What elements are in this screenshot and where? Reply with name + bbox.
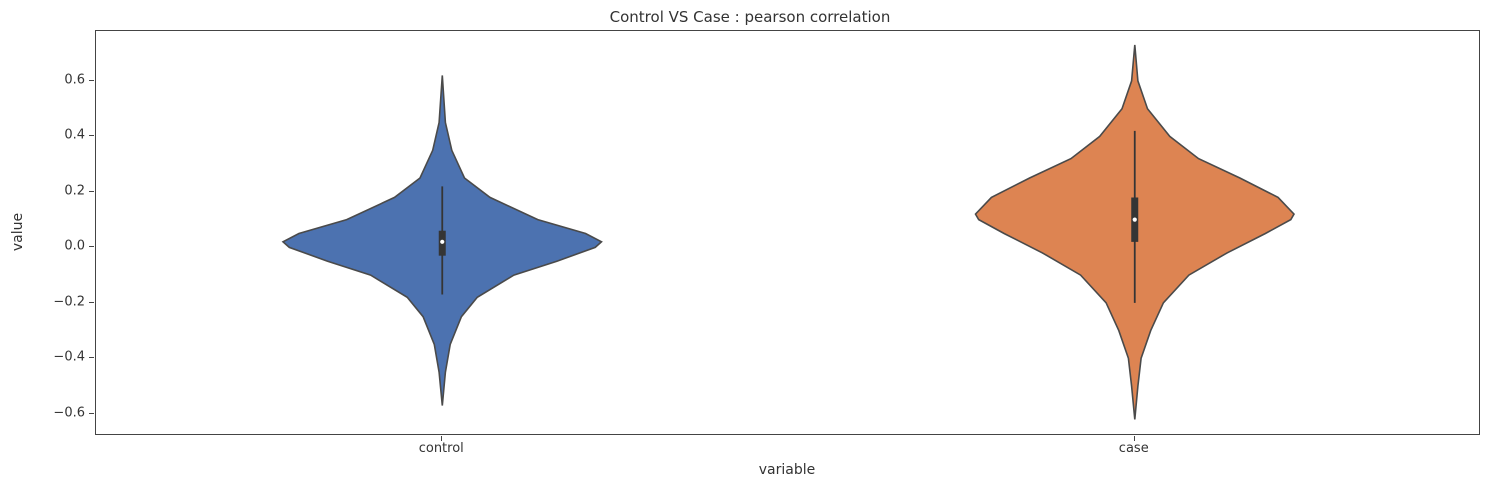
median-dot-control <box>440 240 444 244</box>
chart-title: Control VS Case : pearson correlation <box>0 8 1500 26</box>
y-tick <box>89 302 94 303</box>
y-tick-label: 0.4 <box>45 128 85 143</box>
y-tick-label: 0.0 <box>45 239 85 254</box>
y-tick <box>89 135 94 136</box>
violin-plot-svg <box>96 31 1481 436</box>
y-tick-label: −0.4 <box>45 350 85 365</box>
y-tick <box>89 357 94 358</box>
y-tick <box>89 413 94 414</box>
y-tick <box>89 246 94 247</box>
y-tick <box>89 80 94 81</box>
y-tick <box>89 191 94 192</box>
x-tick-label: control <box>419 441 464 456</box>
y-axis-label: value <box>10 213 26 251</box>
y-tick-label: 0.2 <box>45 183 85 198</box>
median-dot-case <box>1133 218 1137 222</box>
y-tick-label: −0.6 <box>45 405 85 420</box>
plot-area <box>95 30 1480 435</box>
y-tick-label: −0.2 <box>45 294 85 309</box>
x-tick-label: case <box>1119 441 1149 456</box>
y-tick-label: 0.6 <box>45 72 85 87</box>
x-axis-label: variable <box>759 462 815 478</box>
